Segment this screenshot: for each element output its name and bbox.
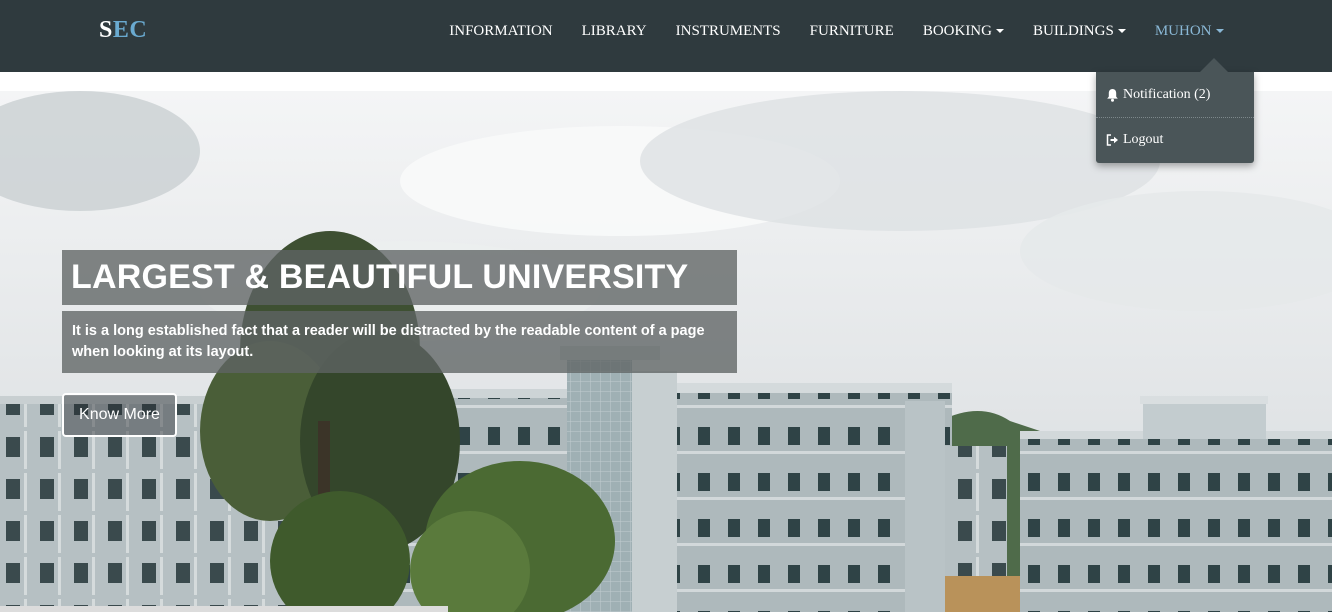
hero-carousel-slide: LARGEST & BEAUTIFUL UNIVERSITY It is a l… (0, 91, 1332, 612)
brand-letter-s: S (99, 17, 113, 43)
hero-headline: LARGEST & BEAUTIFUL UNIVERSITY (71, 258, 689, 296)
nav-label: FURNITURE (809, 22, 894, 39)
brand-letters-ec: EC (112, 17, 148, 43)
nav-label: INFORMATION (449, 22, 553, 39)
nav-label: MUHON (1154, 22, 1212, 39)
nav-item-instruments[interactable]: INSTRUMENTS (661, 23, 795, 40)
nav-label: BUILDINGS (1032, 22, 1114, 39)
nav-item-library[interactable]: LIBRARY (567, 23, 661, 40)
headline-panel: LARGEST & BEAUTIFUL UNIVERSITY (62, 250, 737, 305)
nav-item-information[interactable]: INFORMATION (435, 23, 567, 40)
nav-label: INSTRUMENTS (675, 22, 781, 39)
user-dropdown-menu: Notification (2) Logout (1096, 58, 1254, 163)
logout-icon (1106, 134, 1119, 146)
caret-down-icon (1215, 29, 1224, 33)
nav-item-buildings[interactable]: BUILDINGS (1018, 23, 1140, 40)
main-nav: INFORMATION LIBRARY INSTRUMENTS FURNITUR… (435, 0, 1238, 62)
brand-logo[interactable]: SEC (99, 17, 147, 44)
hero-subtext: It is a long established fact that a rea… (72, 323, 705, 360)
caret-down-icon (995, 29, 1004, 33)
notification-label: Notification (2) (1123, 86, 1211, 102)
top-navbar: SEC INFORMATION LIBRARY INSTRUMENTS FURN… (0, 0, 1332, 72)
notification-menu-item[interactable]: Notification (2) (1096, 72, 1254, 117)
caret-down-icon (1117, 29, 1126, 33)
nav-item-booking[interactable]: BOOKING (908, 23, 1018, 40)
nav-item-user-menu[interactable]: MUHON (1140, 23, 1238, 40)
logout-label: Logout (1123, 132, 1164, 147)
bell-icon (1106, 88, 1119, 102)
subtext-panel: It is a long established fact that a rea… (62, 311, 737, 373)
nav-item-furniture[interactable]: FURNITURE (795, 23, 908, 40)
know-more-button[interactable]: Know More (62, 393, 177, 437)
logout-menu-item[interactable]: Logout (1096, 117, 1254, 162)
nav-label: BOOKING (922, 22, 992, 39)
bottom-strip (0, 606, 448, 612)
nav-label: LIBRARY (581, 22, 647, 39)
